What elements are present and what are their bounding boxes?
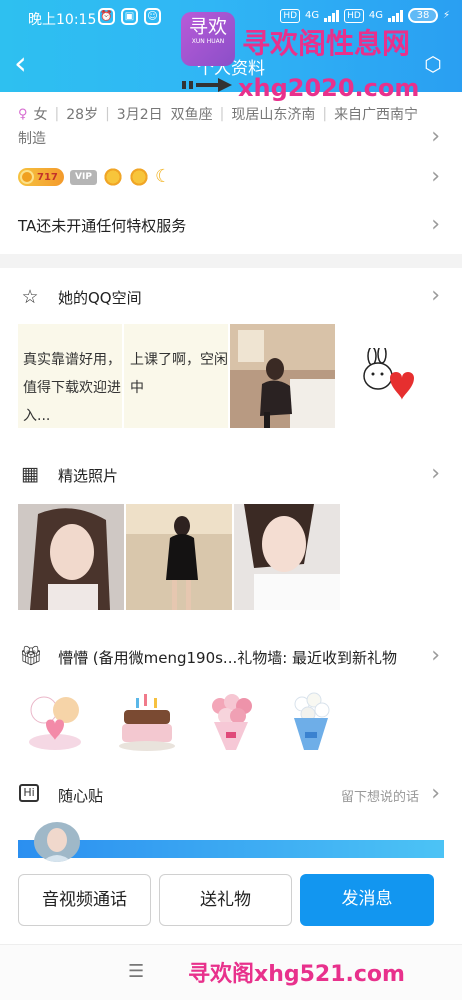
vip-badge: VIP bbox=[70, 169, 97, 185]
watermark-site-name: 寻欢阁性息网 bbox=[242, 27, 411, 60]
qq-zone-post-text: 上课了啊，空闲中 bbox=[130, 352, 228, 396]
photos-chevron-icon[interactable]: › bbox=[431, 463, 440, 485]
qq-zone-photo[interactable] bbox=[230, 324, 335, 428]
avatar-notification-icon: ☺ bbox=[144, 8, 161, 25]
send-gift-button[interactable]: 送礼物 bbox=[159, 874, 292, 926]
bear-gift-icon[interactable] bbox=[24, 688, 86, 754]
profile-info-chevron-icon[interactable]: › bbox=[431, 126, 440, 148]
gift-wall-title[interactable]: 懵懵 (备用微meng190s...礼物墙: 最近收到新礼物 bbox=[58, 647, 397, 668]
note-avatar bbox=[34, 822, 80, 862]
status-right-icons: HD 4G HD 4G 38 ⚡ bbox=[280, 8, 450, 23]
gift-icon: 🎁︎ bbox=[19, 645, 44, 667]
watermark-url: xhg2020.com bbox=[238, 74, 420, 102]
watermark-arrow-icon bbox=[182, 78, 232, 92]
charging-icon: ⚡ bbox=[442, 10, 450, 21]
network-label-2: 4G bbox=[368, 10, 383, 21]
signal-icon bbox=[324, 9, 340, 22]
status-notification-icons: ⏰ ▣ ☺ bbox=[98, 8, 161, 25]
zodiac-text: 双鱼座 bbox=[170, 107, 213, 123]
age-text: 28岁 bbox=[66, 107, 99, 123]
signal-icon-2 bbox=[387, 9, 403, 22]
blue-bouquet-gift-icon[interactable] bbox=[280, 688, 342, 754]
location-text: 现居山东济南 bbox=[231, 107, 316, 123]
coin-icon bbox=[20, 170, 34, 184]
star-icon: ☆ bbox=[21, 286, 39, 308]
badges-chevron-icon[interactable]: › bbox=[431, 166, 440, 188]
photos-title[interactable]: 精选照片 bbox=[58, 465, 118, 486]
photo-thumbnail[interactable] bbox=[126, 504, 232, 610]
level-badge: 717 bbox=[18, 168, 64, 186]
sun-icon bbox=[103, 167, 123, 187]
send-message-button[interactable]: 发消息 bbox=[300, 874, 434, 926]
alarm-icon: ⏰ bbox=[98, 8, 115, 25]
profile-info-row[interactable]: ♀ 女 | 28岁 | 3月2日 双鱼座 | 现居山东济南 | 来自广西南宁 bbox=[18, 104, 418, 124]
photo-thumbnail[interactable] bbox=[234, 504, 340, 610]
hd-icon: HD bbox=[280, 8, 301, 23]
watermark-bottom: 寻欢阁xhg521.com bbox=[188, 962, 405, 987]
qq-zone-post-text: 真实靠谱好用，值得下载欢迎进入... bbox=[23, 352, 121, 424]
video-call-button[interactable]: 音视频通话 bbox=[18, 874, 151, 926]
gender-text: 女 bbox=[33, 107, 48, 123]
app-notification-icon: ▣ bbox=[121, 8, 138, 25]
qq-zone-post[interactable]: 上课了啊，空闲中 bbox=[124, 324, 228, 428]
bunny-heart-sticker bbox=[363, 348, 414, 400]
cake-gift-icon[interactable] bbox=[116, 688, 178, 754]
sun-icon-2 bbox=[129, 167, 149, 187]
watermark-logo: 寻欢 XUN HUAN bbox=[181, 12, 235, 66]
qq-zone-title[interactable]: 她的QQ空间 bbox=[58, 287, 142, 308]
network-label: 4G bbox=[305, 10, 320, 21]
hd-icon-2: HD bbox=[344, 8, 364, 23]
leave-message-link[interactable]: 留下想说的话 bbox=[341, 786, 419, 805]
job-text: 制造 bbox=[18, 131, 46, 147]
status-time: 晚上10:15 bbox=[28, 12, 97, 28]
level-number: 717 bbox=[37, 171, 58, 183]
menu-icon[interactable]: ☰ bbox=[128, 961, 144, 982]
photo-thumbnail[interactable] bbox=[18, 504, 124, 610]
note-icon: Hi bbox=[19, 784, 39, 802]
privilege-text[interactable]: TA还未开通任何特权服务 bbox=[18, 215, 186, 236]
qq-zone-post[interactable]: 真实靠谱好用，值得下载欢迎进入... bbox=[18, 324, 122, 428]
watermark-logo-sub: XUN HUAN bbox=[191, 38, 225, 45]
birthday-text: 3月2日 bbox=[116, 107, 163, 123]
hometown-text: 来自广西南宁 bbox=[334, 107, 419, 123]
note-banner[interactable] bbox=[18, 840, 444, 858]
flower-bouquet-gift-icon[interactable] bbox=[200, 688, 262, 754]
note-chevron-icon[interactable]: › bbox=[431, 783, 440, 805]
note-title[interactable]: 随心贴 bbox=[58, 785, 103, 806]
watermark-logo-text: 寻欢 bbox=[188, 16, 227, 38]
privilege-chevron-icon[interactable]: › bbox=[431, 214, 440, 236]
badge-row[interactable]: 717 VIP ☾ bbox=[18, 166, 171, 188]
share-button[interactable]: ⬡ bbox=[422, 52, 444, 76]
gift-wall-chevron-icon[interactable]: › bbox=[431, 645, 440, 667]
battery-icon: 38 bbox=[407, 8, 438, 23]
qq-zone-chevron-icon[interactable]: › bbox=[431, 285, 440, 307]
moon-icon: ☾ bbox=[155, 166, 172, 187]
female-icon: ♀ bbox=[18, 106, 28, 122]
grid-icon: ▦ bbox=[21, 463, 39, 485]
section-divider bbox=[0, 254, 462, 268]
